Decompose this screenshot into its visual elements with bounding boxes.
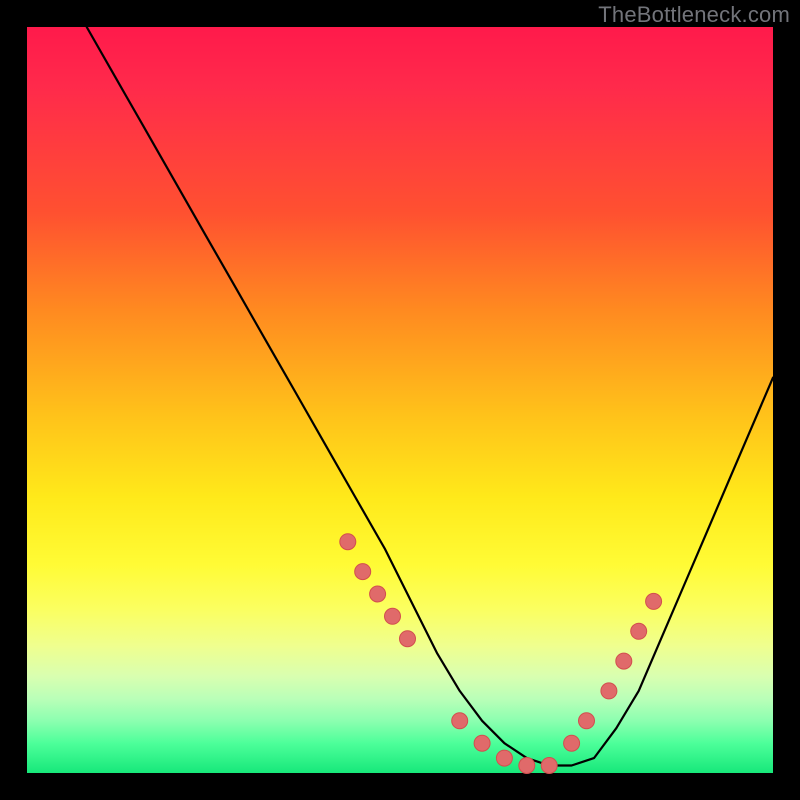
curve-dot: [370, 586, 386, 602]
curve-dot: [519, 758, 535, 774]
curve-dot: [646, 593, 662, 609]
bottleneck-curve: [87, 27, 773, 766]
curve-dot: [340, 534, 356, 550]
curve-dot: [400, 631, 416, 647]
curve-dots-group: [340, 534, 662, 774]
curve-dot: [564, 735, 580, 751]
curve-dot: [474, 735, 490, 751]
curve-dot: [496, 750, 512, 766]
bottleneck-curve-svg: [27, 27, 773, 773]
outer-frame: TheBottleneck.com: [0, 0, 800, 800]
curve-dot: [385, 608, 401, 624]
curve-dot: [452, 713, 468, 729]
curve-dot: [579, 713, 595, 729]
curve-dot: [601, 683, 617, 699]
curve-dot: [631, 623, 647, 639]
watermark-text: TheBottleneck.com: [598, 2, 790, 28]
curve-dot: [541, 758, 557, 774]
curve-dot: [616, 653, 632, 669]
curve-dot: [355, 564, 371, 580]
